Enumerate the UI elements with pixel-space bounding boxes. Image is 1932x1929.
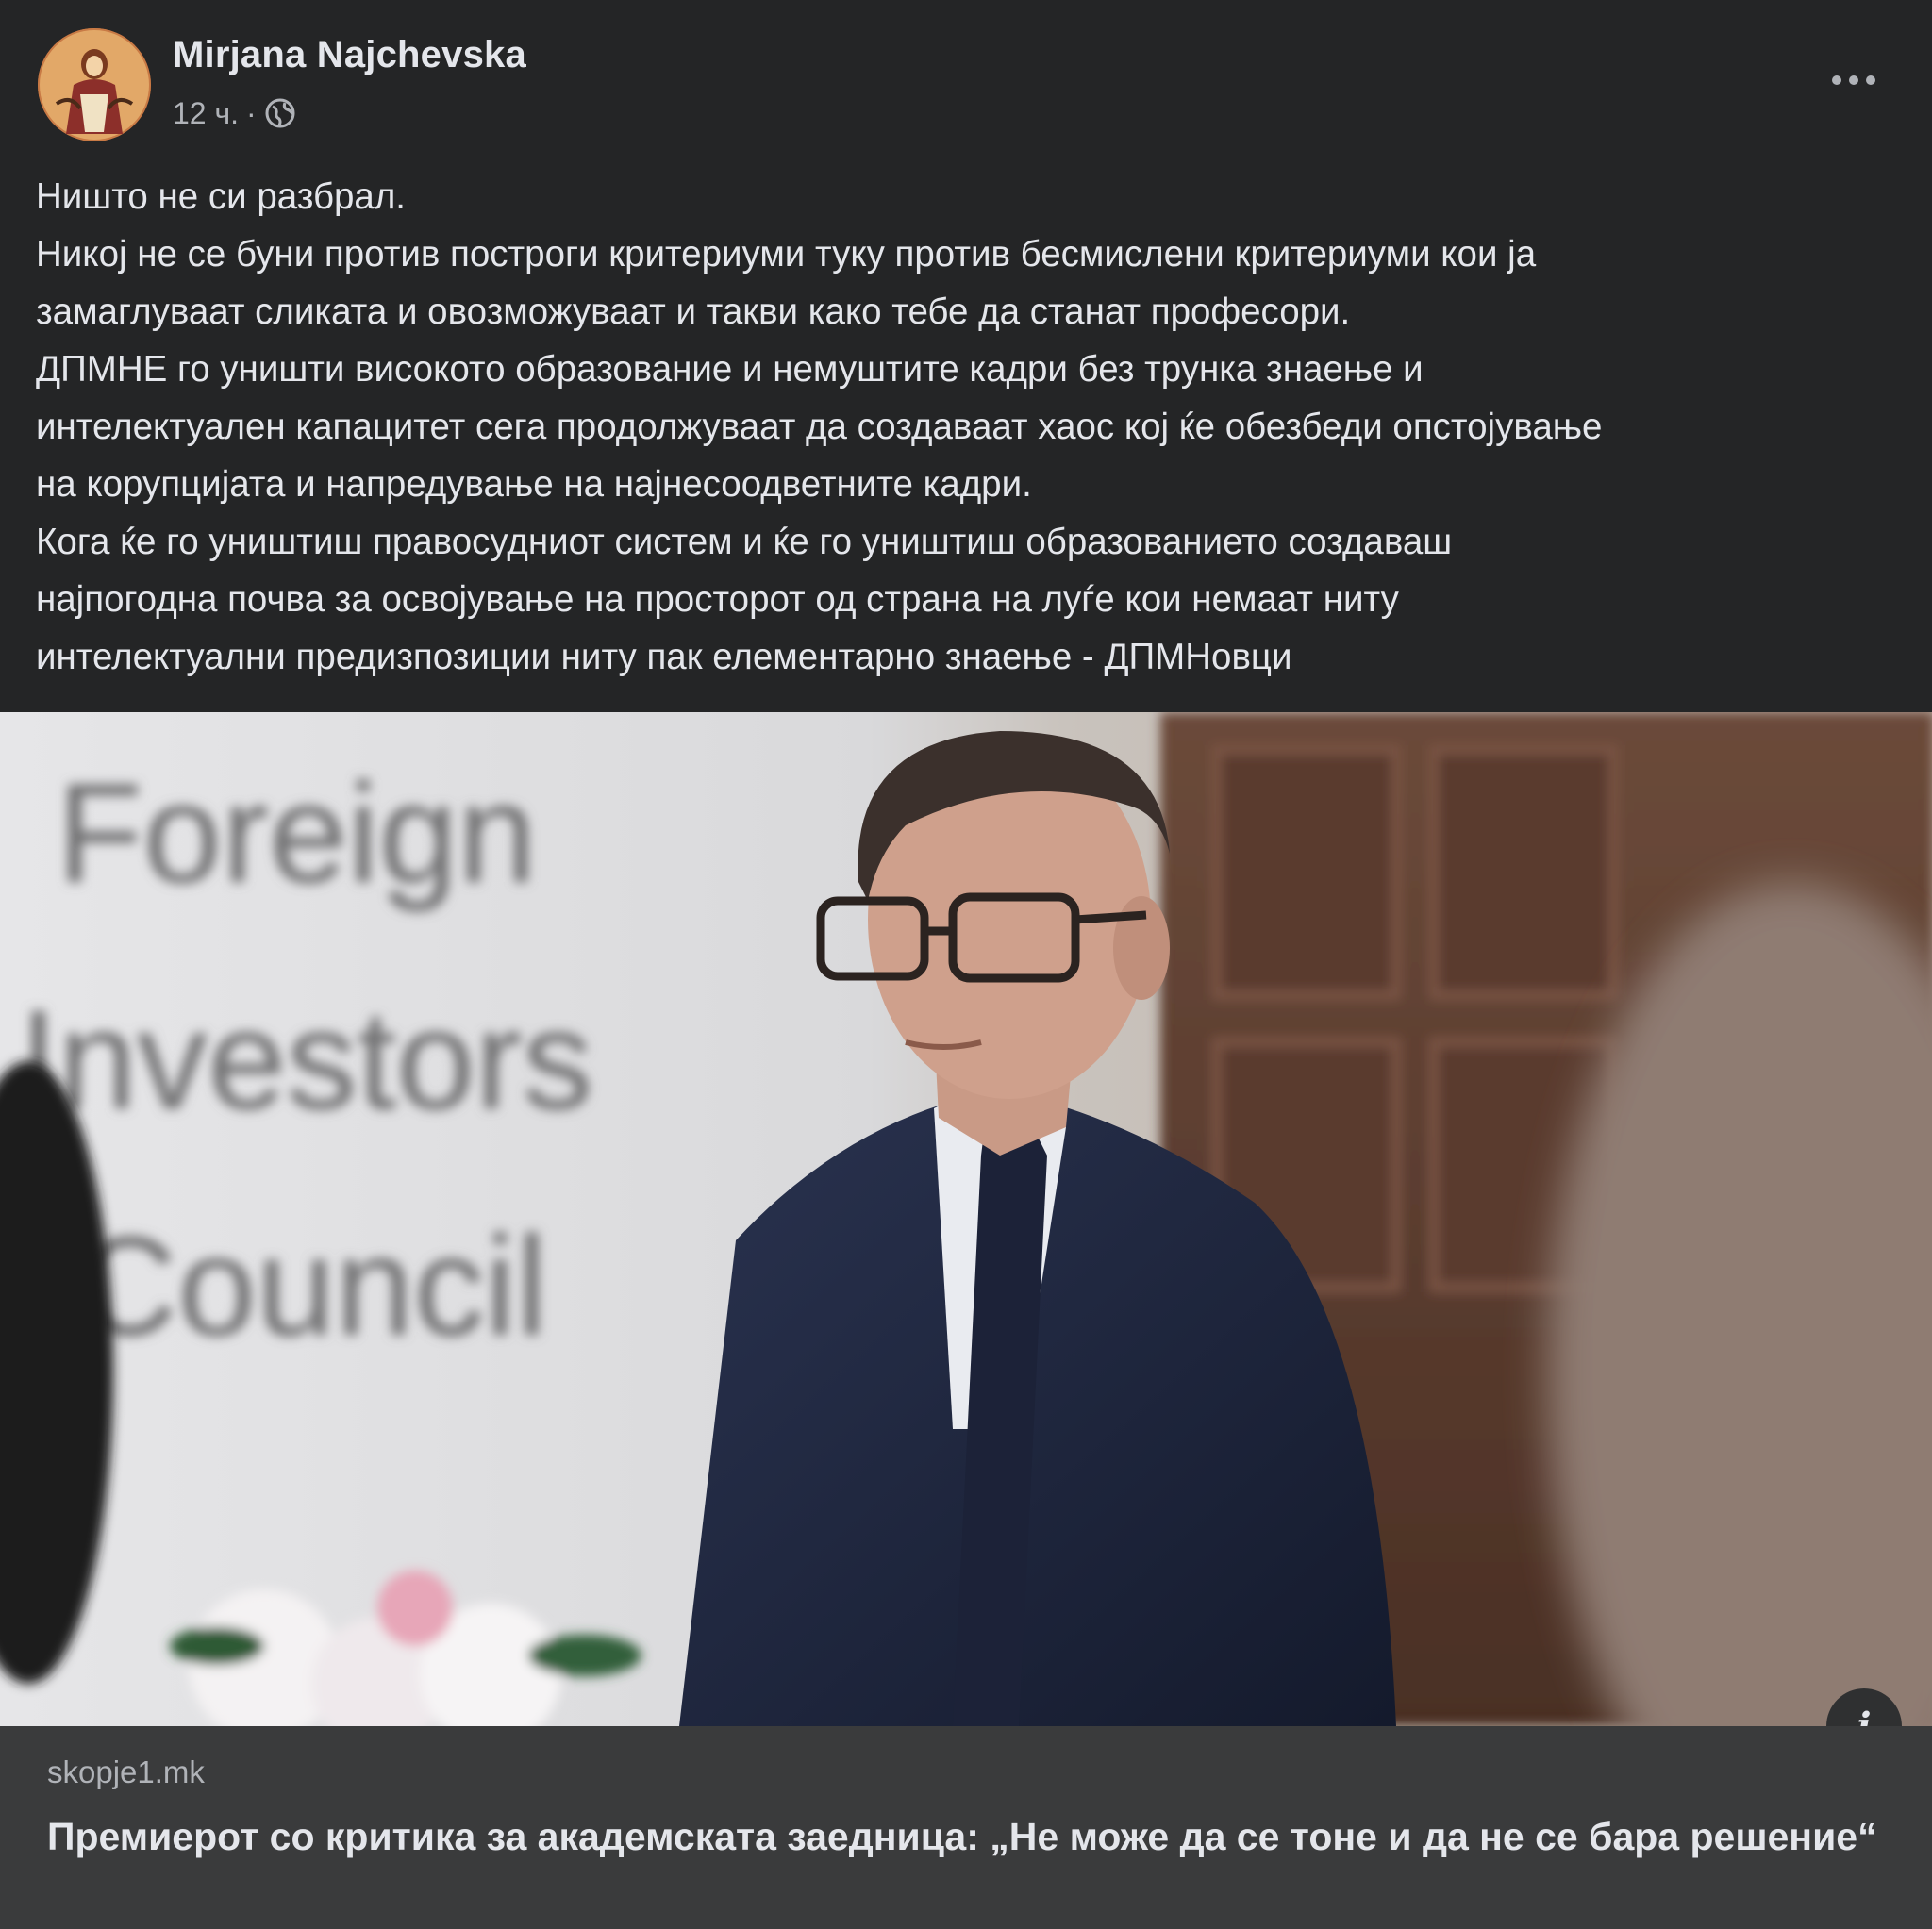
post-text-line: ДПМНЕ го уништи високото образование и н… [36, 349, 1424, 390]
meta-separator: · [246, 95, 257, 130]
post-text-line: Кога ќе го уништиш правосудниот систем и… [36, 522, 1453, 562]
banner-text: Council [75, 1206, 547, 1365]
post-text-line: замаглуваат сликата и овозможуваат и так… [36, 291, 1351, 332]
banner-text: Foreign [57, 754, 537, 912]
post-text-line: интелектуални предизпозиции ниту пак еле… [36, 637, 1292, 677]
post-timestamp[interactable]: 12 ч. [173, 96, 239, 131]
more-options-icon [1832, 75, 1841, 85]
avatar-illustration [38, 28, 151, 141]
post-text-line: Ништо не си разбрал. [36, 176, 406, 217]
link-title[interactable]: Премиерот со критика за академската заед… [47, 1809, 1877, 1865]
link-domain: skopje1.mk [47, 1754, 205, 1789]
post-text-line: на корупцијата и напредување на најнесоо… [36, 464, 1032, 505]
post-text-line: најпогодна почва за освојување на просто… [36, 579, 1399, 620]
globe-icon [264, 97, 296, 129]
post-text: Ништо не си разбрал. Никој не се буни пр… [36, 168, 1904, 686]
post-meta: 12 ч. · [173, 92, 296, 134]
author-avatar[interactable] [38, 28, 151, 141]
facebook-post: Mirjana Najchevska 12 ч. · Ништо не си р… [0, 0, 1932, 1929]
post-header: Mirjana Najchevska 12 ч. · [0, 0, 1932, 156]
post-text-line: Никој не се буни против построги критери… [36, 234, 1537, 274]
more-options-dot [1849, 75, 1858, 85]
link-preview[interactable]: skopje1.mk Премиерот со критика за акаде… [0, 1726, 1932, 1929]
post-text-line: интелектуален капацитет сега продолжуваа… [36, 407, 1603, 447]
author-name[interactable]: Mirjana Najchevska [173, 34, 526, 76]
more-options-button[interactable] [1821, 57, 1887, 104]
more-options-dot [1866, 75, 1875, 85]
banner-text: Investors [19, 980, 593, 1139]
photo-illustration: Foreign Investors Council [0, 712, 1932, 1726]
link-preview-image[interactable]: Foreign Investors Council [0, 712, 1932, 1726]
